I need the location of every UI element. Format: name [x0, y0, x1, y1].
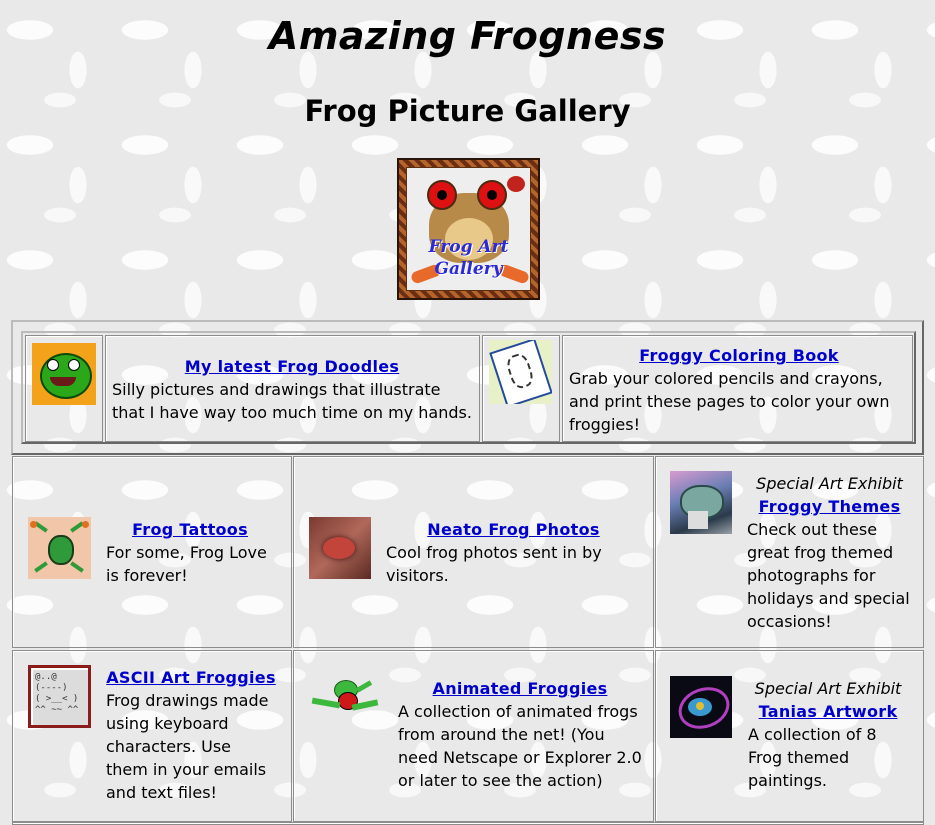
animated-froggies-description: A collection of animated frogs from arou… [398, 702, 642, 790]
page-title: Amazing Frogness [268, 14, 667, 58]
ascii-frog-art: @..@ (----) ( >__< ) ^^ ~~ ^^ [35, 672, 79, 715]
frog-eye-icon [477, 180, 507, 210]
link-tanias-artwork[interactable]: Tanias Artwork [748, 700, 908, 723]
special-exhibit-label: Special Art Exhibit [756, 474, 903, 493]
frog-art-gallery-logo: Frog Art Gallery [397, 158, 540, 300]
link-animated-froggies[interactable]: Animated Froggies [398, 677, 642, 700]
frog-photo-icon[interactable] [309, 517, 371, 579]
link-neato-frog-photos[interactable]: Neato Frog Photos [386, 518, 641, 541]
coloring-book-icon[interactable] [489, 340, 552, 404]
page-subtitle: Frog Picture Gallery [304, 94, 631, 128]
coloring-book-description: Grab your colored pencils and crayons, a… [569, 369, 890, 434]
froggy-themes-description: Check out these great frog themed photog… [747, 520, 910, 631]
ascii-art-froggies-description: Frog drawings made using keyboard charac… [106, 691, 269, 802]
froggy-themes-icon[interactable] [670, 471, 732, 534]
cartoon-frog-icon[interactable] [32, 343, 96, 405]
neato-frog-photos-description: Cool frog photos sent in by visitors. [386, 543, 602, 585]
link-froggy-themes[interactable]: Froggy Themes [747, 495, 912, 518]
rose-icon [507, 176, 525, 192]
frog-tattoo-icon[interactable] [28, 517, 91, 579]
special-exhibit-label: Special Art Exhibit [754, 679, 902, 698]
link-frog-doodles[interactable]: My latest Frog Doodles [112, 355, 472, 378]
badge-line-1: Frog Art [428, 237, 509, 257]
tanias-artwork-description: A collection of 8 Frog themed paintings. [748, 725, 877, 790]
link-ascii-art-froggies[interactable]: ASCII Art Froggies [106, 666, 276, 689]
frog-doodles-description: Silly pictures and drawings that illustr… [112, 380, 472, 422]
animated-frog-icon[interactable] [308, 676, 380, 722]
frog-tattoos-description: For some, Frog Love is forever! [106, 543, 267, 585]
tania-painting-icon[interactable] [670, 676, 732, 738]
frog-eye-icon [427, 180, 457, 210]
badge-line-2: Gallery [434, 259, 503, 279]
ascii-frog-icon[interactable]: @..@ (----) ( >__< ) ^^ ~~ ^^ [28, 665, 91, 728]
link-froggy-coloring-book[interactable]: Froggy Coloring Book [569, 344, 909, 367]
link-frog-tattoos[interactable]: Frog Tattoos [106, 518, 274, 541]
